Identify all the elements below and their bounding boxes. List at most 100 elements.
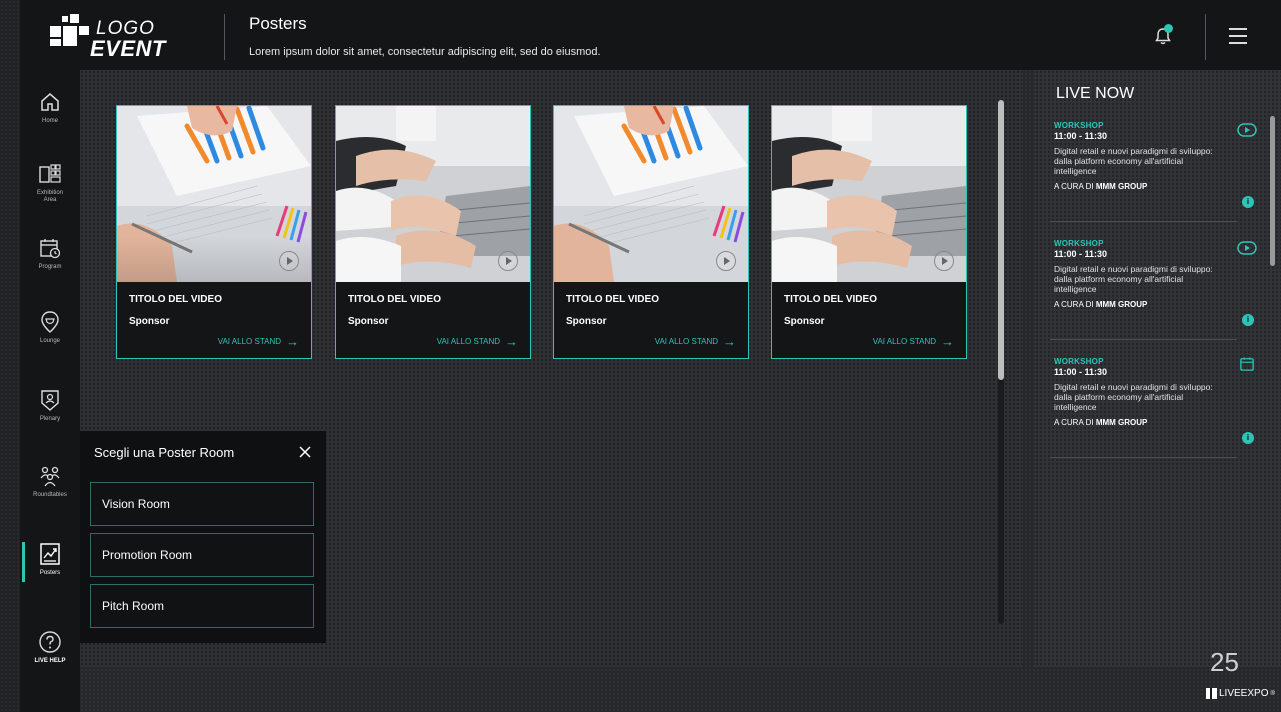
sidebar-item-label: Posters [39, 570, 61, 576]
link-label: VAI ALLO STAND [217, 337, 281, 346]
room-option-promotion[interactable]: Promotion Room [90, 533, 314, 577]
go-to-stand-link[interactable]: VAI ALLO STAND → [217, 333, 299, 349]
plenary-icon [41, 390, 59, 411]
lounge-icon [41, 311, 59, 333]
session-divider [1050, 339, 1237, 340]
poster-room-picker: Scegli una Poster Room Vision Room Promo… [80, 431, 326, 643]
sidebar-item-label: Program [38, 264, 62, 270]
info-icon[interactable]: i [1242, 314, 1254, 326]
arrow-right-icon: → [286, 333, 299, 349]
logo-mark-icon [48, 14, 92, 58]
poster-card[interactable]: TITOLO DEL VIDEO Sponsor VAI ALLO STAND → [335, 105, 531, 359]
sidebar-item-label: Exhibition Area [36, 190, 63, 203]
hamburger-menu-icon[interactable] [1229, 28, 1247, 44]
session-organizer: A CURA DI MMM GROUP [1054, 182, 1148, 191]
live-now-title: LIVE NOW [1056, 85, 1135, 102]
sidebar-item-label: Lounge [39, 338, 61, 344]
session-tag: WORKSHOP [1054, 121, 1104, 130]
poster-card[interactable]: TITOLO DEL VIDEO Sponsor VAI ALLO STAND → [553, 105, 749, 359]
event-logo[interactable]: LOGO EVENT [48, 14, 178, 61]
sidebar-item-live-help[interactable]: LIVE HELP [20, 630, 80, 700]
sidebar-item-roundtables[interactable]: Roundtables [20, 464, 80, 534]
sidebar-item-label: Home [41, 118, 58, 124]
session-divider [1050, 221, 1237, 222]
card-sponsor: Sponsor [784, 316, 825, 327]
session-organizer: A CURA DI MMM GROUP [1054, 418, 1148, 427]
play-icon[interactable] [716, 251, 736, 271]
play-icon[interactable] [498, 251, 518, 271]
session-tag: WORKSHOP [1054, 239, 1104, 248]
go-to-stand-link[interactable]: VAI ALLO STAND → [872, 333, 954, 349]
sidebar-item-posters[interactable]: Posters [20, 542, 80, 612]
sidebar-item-plenary[interactable]: Plenary [20, 388, 80, 458]
play-circle-icon[interactable] [1237, 241, 1257, 255]
session-time: 11:00 - 11:30 [1054, 367, 1108, 377]
logo-text-line2: EVENT [90, 36, 166, 61]
notification-badge [1164, 24, 1173, 33]
info-icon[interactable]: i [1242, 196, 1254, 208]
session-tag: WORKSHOP [1054, 357, 1104, 366]
posters-icon [40, 543, 60, 565]
session-divider [1050, 457, 1237, 458]
session-description: Digital retail e nuovi paradigmi di svil… [1054, 382, 1213, 412]
sidebar-item-exhibition-area[interactable]: Exhibition Area [20, 162, 80, 232]
link-label: VAI ALLO STAND [872, 337, 936, 346]
header-divider-right [1205, 14, 1206, 60]
sidebar-item-label: Roundtables [33, 492, 67, 498]
go-to-stand-link[interactable]: VAI ALLO STAND → [436, 333, 518, 349]
live-session[interactable]: WORKSHOP 11:00 - 11:30 Digital retail e … [1054, 121, 1238, 191]
scrollbar-thumb[interactable] [1270, 116, 1275, 266]
session-description: Digital retail e nuovi paradigmi di svil… [1054, 146, 1213, 176]
top-header: LOGO EVENT Posters Lorem ipsum dolor sit… [20, 0, 1281, 70]
card-title: TITOLO DEL VIDEO [566, 294, 659, 305]
page-number: 25 [1210, 647, 1239, 677]
calendar-icon[interactable] [1237, 357, 1257, 371]
exhibition-icon [39, 164, 61, 183]
poster-card[interactable]: TITOLO DEL VIDEO Sponsor VAI ALLO STAND → [771, 105, 967, 359]
card-sponsor: Sponsor [566, 316, 607, 327]
link-label: VAI ALLO STAND [436, 337, 500, 346]
poster-card[interactable]: TITOLO DEL VIDEO Sponsor VAI ALLO STAND → [116, 105, 312, 359]
room-picker-title: Scegli una Poster Room [94, 445, 235, 460]
close-icon[interactable] [298, 445, 312, 459]
live-session[interactable]: WORKSHOP 11:00 - 11:30 Digital retail e … [1054, 239, 1238, 309]
sidebar-nav: Home Exhibition Area Program Lounge Plen… [20, 70, 80, 712]
help-icon [39, 631, 61, 653]
header-divider [224, 14, 225, 60]
room-option-pitch[interactable]: Pitch Room [90, 584, 314, 628]
session-time: 11:00 - 11:30 [1054, 131, 1108, 141]
card-sponsor: Sponsor [348, 316, 389, 327]
arrow-right-icon: → [941, 333, 954, 349]
session-time: 11:00 - 11:30 [1054, 249, 1108, 259]
card-title: TITOLO DEL VIDEO [348, 294, 441, 305]
room-option-vision[interactable]: Vision Room [90, 482, 314, 526]
info-icon[interactable]: i [1242, 432, 1254, 444]
link-label: VAI ALLO STAND [654, 337, 718, 346]
session-description: Digital retail e nuovi paradigmi di svil… [1054, 264, 1213, 294]
play-circle-icon[interactable] [1237, 123, 1257, 137]
page-subtitle: Lorem ipsum dolor sit amet, consectetur … [249, 46, 601, 58]
session-organizer: A CURA DI MMM GROUP [1054, 300, 1148, 309]
play-icon[interactable] [279, 251, 299, 271]
sidebar-item-label: Plenary [39, 416, 61, 422]
roundtables-icon [40, 466, 60, 487]
live-session[interactable]: WORKSHOP 11:00 - 11:30 Digital retail e … [1054, 357, 1238, 427]
arrow-right-icon: → [505, 333, 518, 349]
sidebar-item-program[interactable]: Program [20, 236, 80, 306]
liveexpo-logo-icon [1206, 688, 1217, 699]
card-title: TITOLO DEL VIDEO [129, 294, 222, 305]
card-title: TITOLO DEL VIDEO [784, 294, 877, 305]
sidebar-item-label: LIVE HELP [34, 658, 66, 664]
live-scrollbar[interactable] [1270, 116, 1275, 650]
scrollbar-thumb[interactable] [998, 100, 1004, 380]
sidebar-item-home[interactable]: Home [20, 90, 80, 160]
card-sponsor: Sponsor [129, 316, 170, 327]
grid-scrollbar[interactable] [998, 100, 1004, 624]
play-icon[interactable] [934, 251, 954, 271]
go-to-stand-link[interactable]: VAI ALLO STAND → [654, 335, 736, 348]
calendar-icon [40, 239, 61, 259]
sidebar-item-lounge[interactable]: Lounge [20, 310, 80, 380]
page-title: Posters [249, 14, 307, 33]
liveexpo-brand: LIVEEXPO ® [1206, 688, 1275, 699]
brand-label: LIVEEXPO [1219, 688, 1269, 699]
